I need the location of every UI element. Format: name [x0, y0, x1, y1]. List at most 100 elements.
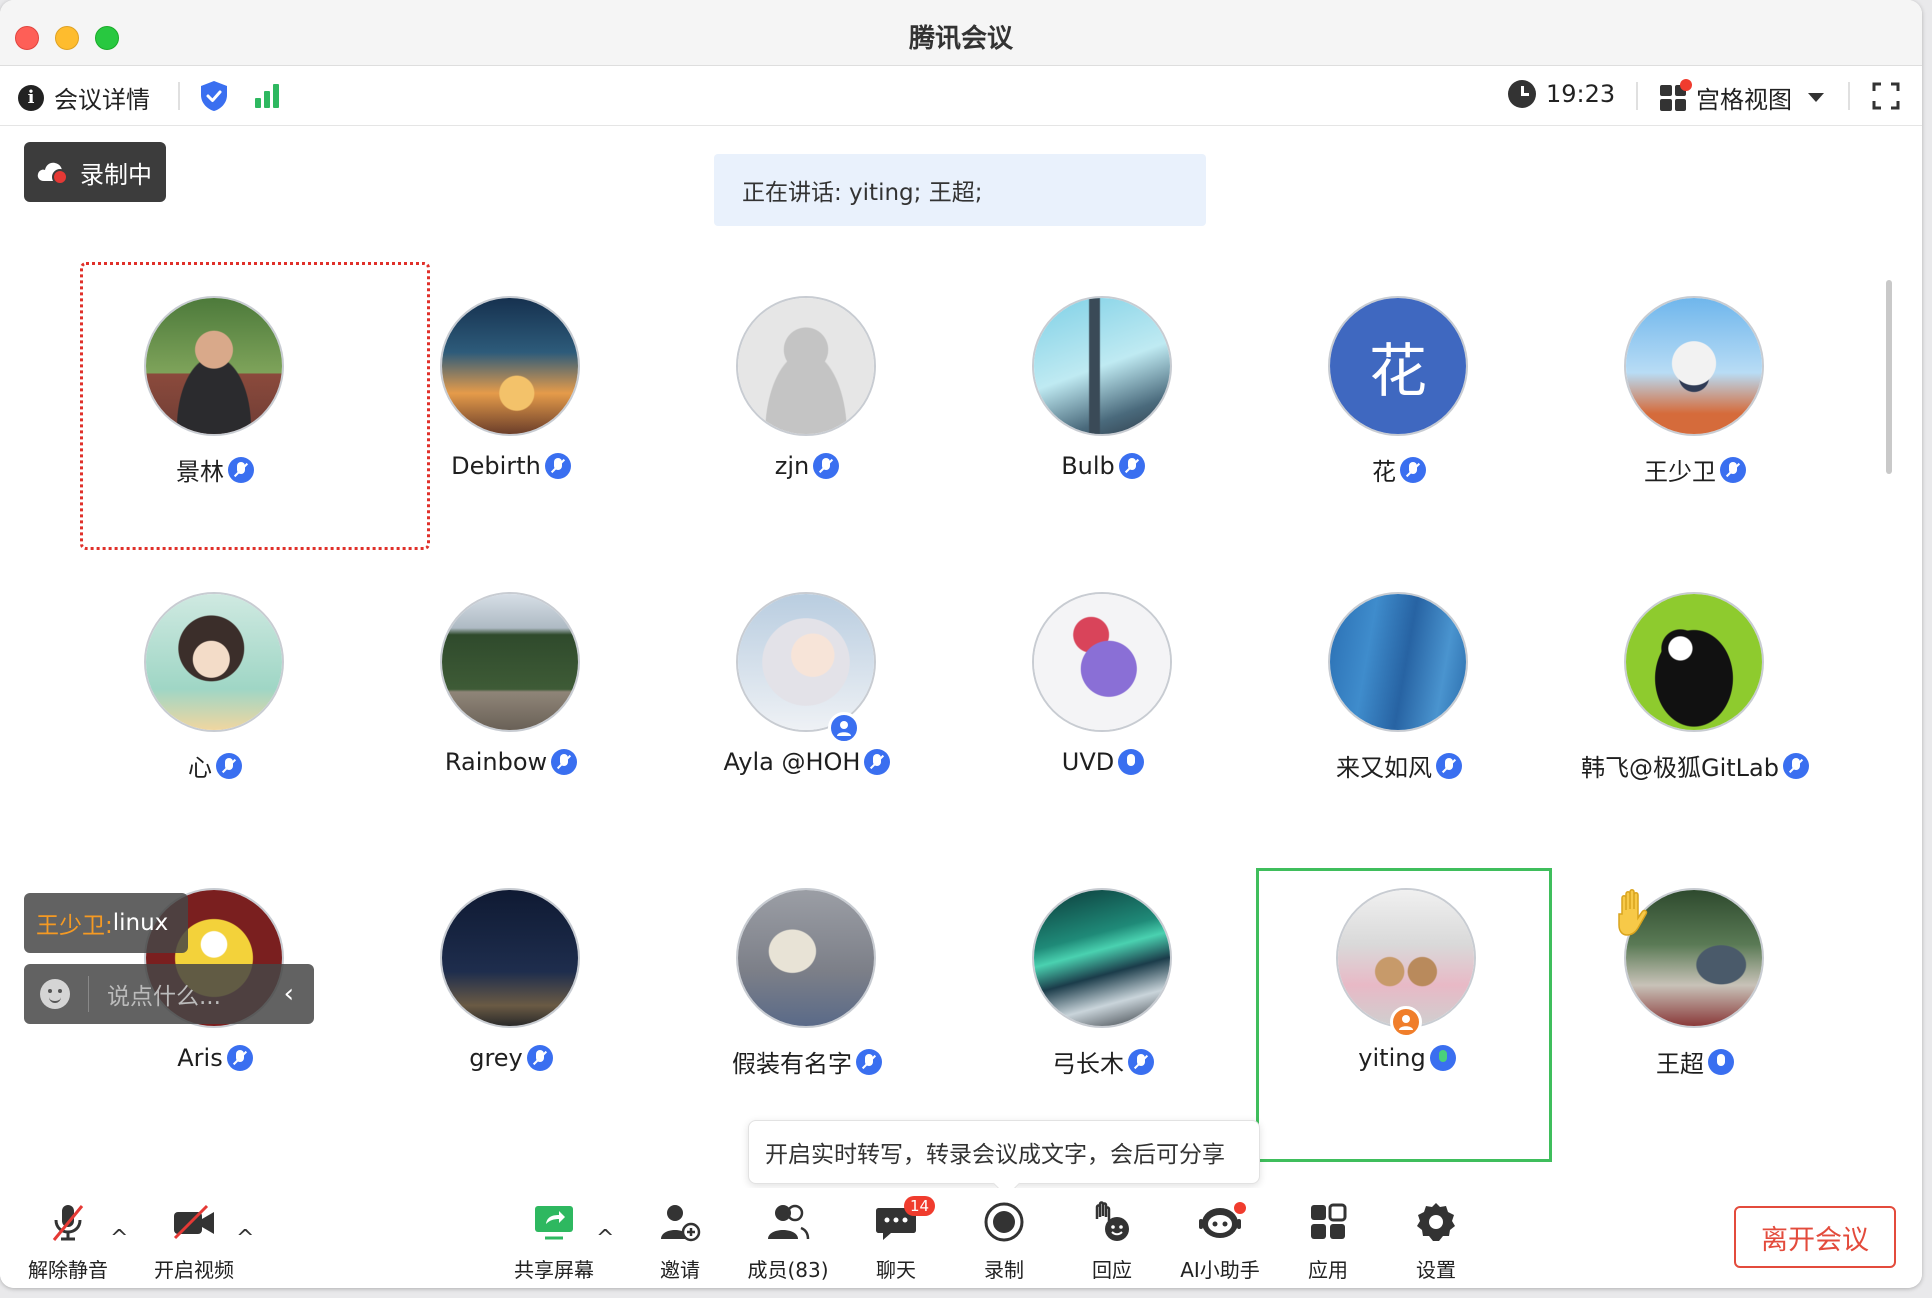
quick-chat-input[interactable]: 说点什么... ‹	[24, 964, 314, 1024]
video-options-caret-icon[interactable]: ^	[236, 1226, 254, 1251]
mic-muted-icon	[1128, 1048, 1154, 1075]
participant-name: 来又如风	[1336, 754, 1432, 782]
participant-name: Bulb	[1061, 452, 1115, 480]
mic-muted-icon	[1400, 456, 1426, 483]
divider	[88, 976, 89, 1012]
mic-muted-icon	[856, 1048, 882, 1075]
participant-name: Aris	[177, 1044, 223, 1072]
mic-muted-icon	[216, 752, 242, 779]
mic-muted-icon	[52, 1205, 84, 1241]
notification-dot	[1234, 1202, 1246, 1214]
participant-name: Ayla @HOH	[723, 748, 861, 776]
active-speakers-text: 正在讲话: yiting; 王超;	[742, 180, 983, 206]
participant-tile[interactable]: 王超	[1550, 868, 1840, 1154]
reaction-hand-icon	[1095, 1201, 1129, 1241]
participant-name: zjn	[774, 452, 810, 480]
participant-avatar	[736, 296, 876, 436]
info-icon: i	[18, 84, 44, 111]
recording-label: 录制中	[80, 160, 152, 189]
participant-name: 王少卫	[1644, 458, 1716, 486]
participant-name-row: 假装有名字	[662, 1044, 952, 1079]
participant-name: Rainbow	[444, 748, 548, 776]
react-label: 回应	[1092, 1258, 1132, 1282]
share-screen-button[interactable]: 共享屏幕	[504, 1198, 604, 1283]
clock-icon	[1508, 80, 1536, 108]
unmute-label: 解除静音	[28, 1258, 108, 1282]
participant-name-row: 王超	[1550, 1044, 1840, 1079]
camera-off-icon	[173, 1204, 214, 1240]
participant-avatar	[736, 888, 876, 1028]
participant-tile[interactable]: 花 花	[1254, 276, 1544, 562]
bottom-toolbar: 解除静音 ^ 开启视频 ^ 共享屏幕 ^ 邀请 成员(83) 14 聊天 录制 …	[0, 1188, 1922, 1288]
participant-name: 王超	[1656, 1050, 1704, 1078]
participant-avatar	[440, 888, 580, 1028]
react-button[interactable]: 回应	[1062, 1198, 1162, 1283]
signal-strength-icon[interactable]	[255, 82, 279, 108]
participant-tile[interactable]: zjn	[662, 276, 952, 562]
participant-tile[interactable]: Rainbow	[366, 572, 656, 858]
participant-name-row: Ayla @HOH	[662, 748, 952, 776]
leave-meeting-button[interactable]: 离开会议	[1734, 1206, 1896, 1268]
participant-avatar	[440, 296, 580, 436]
participant-name-row: 来又如风	[1254, 748, 1544, 783]
participant-tile[interactable]: 心	[70, 572, 360, 858]
participant-name: Debirth	[451, 452, 541, 480]
divider	[1636, 82, 1638, 110]
chevron-left-icon[interactable]: ‹	[284, 979, 294, 1009]
participant-tile[interactable]: 王少卫	[1550, 276, 1840, 562]
participant-name: 韩飞@极狐GitLab	[1581, 754, 1779, 782]
unmute-button[interactable]: 解除静音	[18, 1198, 118, 1283]
audio-options-caret-icon[interactable]: ^	[110, 1226, 128, 1251]
participant-name-row: 弓长木	[958, 1044, 1248, 1079]
mic-muted-icon	[551, 749, 578, 775]
participant-name-row: 心	[70, 748, 360, 783]
divider	[1848, 82, 1850, 110]
participant-tile[interactable]: 弓长木	[958, 868, 1248, 1154]
participant-tile[interactable]: 韩飞@极狐GitLab	[1550, 572, 1840, 858]
mic-on-icon	[1708, 1048, 1734, 1075]
participant-avatar	[1032, 296, 1172, 436]
start-video-button[interactable]: 开启视频	[144, 1198, 244, 1283]
apps-button[interactable]: 应用	[1278, 1198, 1378, 1283]
ai-assistant-button[interactable]: AI小助手	[1170, 1198, 1270, 1283]
participant-avatar	[440, 592, 580, 732]
participant-avatar: 花	[1328, 296, 1468, 436]
participant-avatar	[144, 592, 284, 732]
record-icon	[984, 1202, 1024, 1242]
participant-name: 花	[1372, 458, 1396, 486]
participant-tile[interactable]: grey	[366, 868, 656, 1154]
chat-label: 聊天	[876, 1258, 916, 1282]
meeting-details-label: 会议详情	[54, 86, 150, 114]
add-person-icon	[661, 1205, 701, 1242]
participant-tile[interactable]: 假装有名字	[662, 868, 952, 1154]
mic-muted-icon	[226, 1045, 253, 1071]
participant-tile[interactable]: Ayla @HOH	[662, 572, 952, 858]
share-options-caret-icon[interactable]: ^	[596, 1226, 614, 1251]
fullscreen-icon[interactable]	[1872, 82, 1900, 110]
transcription-tooltip: 开启实时转写，转录会议成文字，会后可分享	[748, 1120, 1260, 1184]
participant-tile[interactable]: Bulb	[958, 276, 1248, 562]
view-mode-dropdown[interactable]: 宫格视图	[1660, 78, 1824, 115]
start-video-label: 开启视频	[154, 1258, 234, 1282]
meeting-timer: 19:23	[1508, 80, 1615, 108]
invite-label: 邀请	[660, 1258, 700, 1282]
participant-name: 假装有名字	[732, 1050, 852, 1078]
meeting-details-button[interactable]: i 会议详情	[18, 80, 150, 115]
security-shield-icon[interactable]	[200, 80, 228, 116]
emoji-icon[interactable]	[40, 979, 70, 1009]
meeting-info-bar: i 会议详情 19:23 宫格视图	[0, 66, 1922, 126]
chat-message-preview[interactable]: 王少卫: linux	[24, 893, 188, 953]
members-button[interactable]: 成员(83)	[738, 1198, 838, 1283]
record-button[interactable]: 录制	[954, 1198, 1054, 1283]
participant-tile[interactable]: 来又如风	[1254, 572, 1544, 858]
settings-button[interactable]: 设置	[1386, 1198, 1486, 1283]
grid-scrollbar[interactable]	[1886, 280, 1892, 474]
participant-tile[interactable]: UVD	[958, 572, 1248, 858]
participant-tile[interactable]: Debirth	[366, 276, 656, 562]
mic-muted-icon	[526, 1045, 553, 1071]
recording-status-badge[interactable]: 录制中	[24, 142, 166, 202]
share-screen-icon	[535, 1206, 573, 1240]
chat-button[interactable]: 14 聊天	[846, 1196, 946, 1283]
invite-button[interactable]: 邀请	[630, 1198, 730, 1283]
ai-assistant-label: AI小助手	[1180, 1258, 1260, 1282]
